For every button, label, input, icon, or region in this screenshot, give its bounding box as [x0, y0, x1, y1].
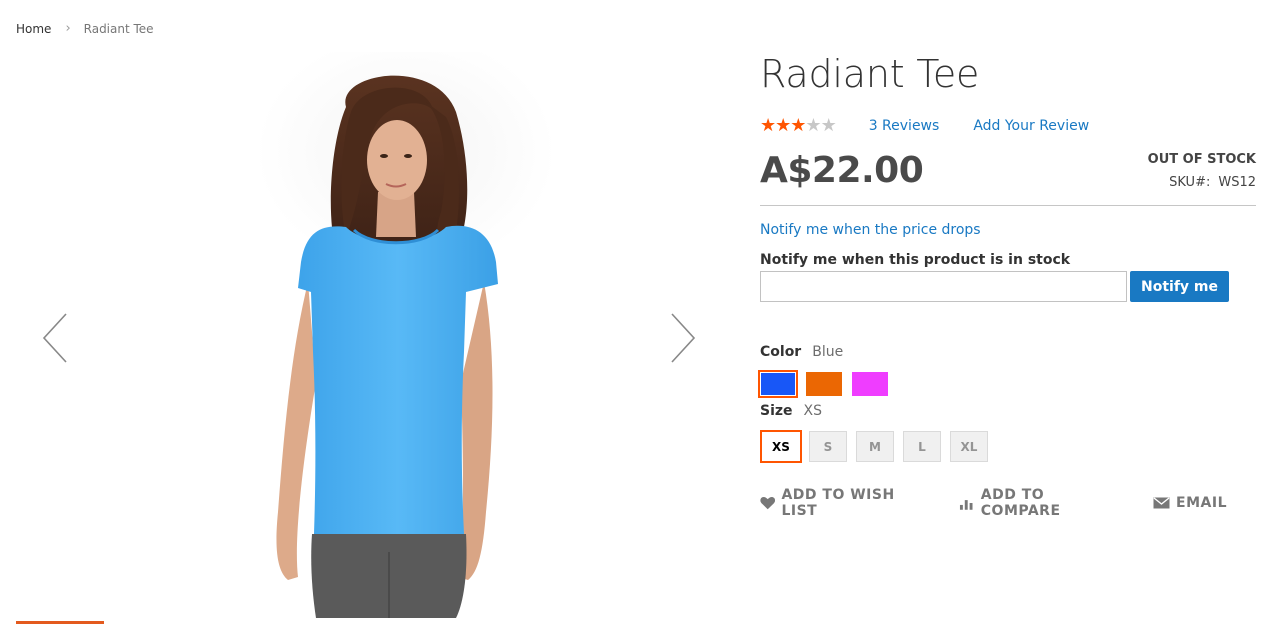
size-label: Size: [760, 403, 793, 419]
star-icon: ★: [820, 115, 837, 136]
size-swatch-s[interactable]: S: [809, 431, 847, 462]
stock-alert-email-input[interactable]: [760, 271, 1127, 302]
size-selected-value: XS: [803, 403, 823, 419]
rating-stars: ★ ★ ★ ★ ★: [760, 115, 837, 136]
sku-label: SKU#:: [1169, 175, 1211, 190]
star-icon: ★: [805, 115, 821, 136]
star-icon: ★: [790, 115, 806, 136]
add-to-wishlist-link[interactable]: ADD TO WISH LIST: [760, 487, 930, 519]
bar-chart-icon: [960, 500, 973, 510]
breadcrumb: Home › Radiant Tee: [16, 21, 154, 36]
star-icon: ★: [760, 115, 776, 136]
size-swatch-xl[interactable]: XL: [950, 431, 988, 462]
email-label: EMAIL: [1176, 495, 1227, 511]
size-swatch-l[interactable]: L: [903, 431, 941, 462]
color-swatches: [758, 370, 898, 398]
color-selected-value: Blue: [812, 344, 844, 360]
size-swatches: XS S M L XL: [760, 430, 997, 463]
add-to-compare-link[interactable]: ADD TO COMPARE: [959, 487, 1124, 519]
color-swatch-orange[interactable]: [806, 372, 842, 396]
divider: [760, 205, 1256, 206]
size-swatch-xs[interactable]: XS: [760, 430, 802, 463]
envelope-icon: [1153, 497, 1170, 509]
breadcrumb-separator: ›: [65, 21, 71, 36]
product-sku: SKU#: WS12: [1169, 175, 1256, 190]
breadcrumb-home-link[interactable]: Home: [16, 22, 51, 36]
product-social-actions: ADD TO WISH LIST ADD TO COMPARE EMAIL: [760, 487, 1256, 519]
chevron-right-icon[interactable]: [662, 308, 702, 368]
product-gallery: [16, 52, 706, 624]
notify-me-button[interactable]: Notify me: [1130, 271, 1229, 302]
product-price: A$22.00: [760, 150, 924, 191]
add-review-link[interactable]: Add Your Review: [973, 118, 1089, 134]
price-drop-alert-link[interactable]: Notify me when the price drops: [760, 222, 981, 238]
product-title: Radiant Tee: [760, 52, 980, 96]
email-link[interactable]: EMAIL: [1153, 487, 1227, 519]
stock-alert-label: Notify me when this product is in stock: [760, 252, 1071, 268]
add-to-compare-label: ADD TO COMPARE: [980, 487, 1061, 519]
reviews-link[interactable]: 3 Reviews: [869, 118, 940, 134]
color-swatch-purple[interactable]: [852, 372, 888, 396]
sku-value: WS12: [1218, 175, 1256, 190]
star-icon: ★: [775, 115, 791, 136]
color-option: Color Blue: [760, 344, 843, 360]
stock-status: OUT OF STOCK: [1147, 152, 1256, 167]
product-photo: [256, 52, 556, 618]
rating-summary: ★ ★ ★ ★ ★ 3 Reviews Add Your Review: [760, 116, 1089, 136]
size-swatch-m[interactable]: M: [856, 431, 894, 462]
color-label: Color: [760, 344, 802, 360]
heart-icon: [760, 496, 776, 510]
breadcrumb-current: Radiant Tee: [83, 21, 154, 36]
add-to-wishlist-label: ADD TO WISH LIST: [781, 487, 895, 519]
color-swatch-blue[interactable]: [758, 370, 798, 398]
size-option: Size XS: [760, 403, 822, 419]
chevron-left-icon[interactable]: [36, 308, 76, 368]
